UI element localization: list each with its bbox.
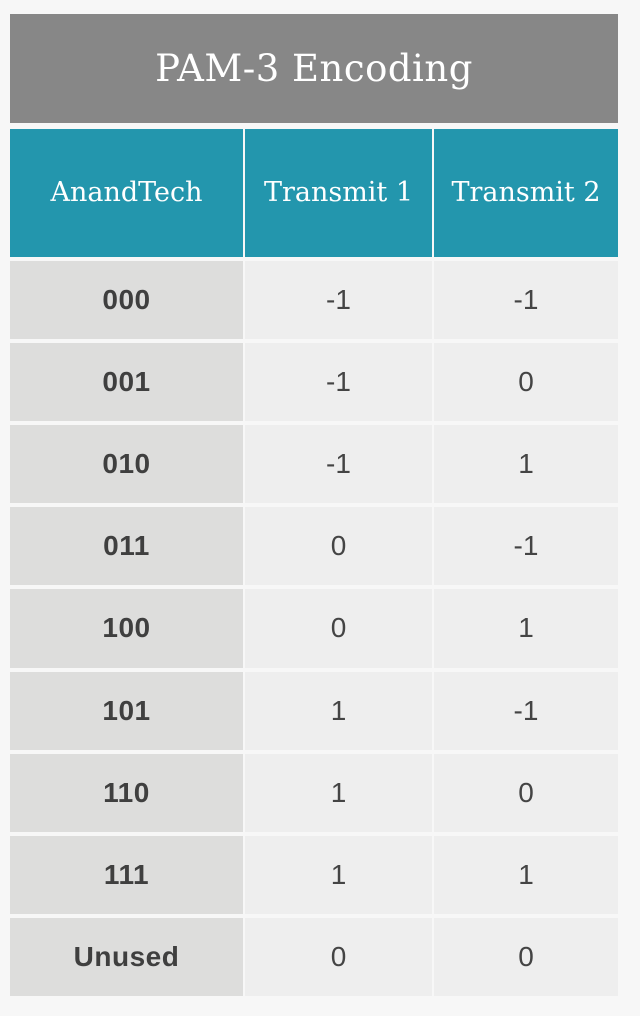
table-row: 101 1 -1	[10, 671, 618, 750]
column-header-transmit-2: Transmit 2	[434, 129, 618, 257]
table-row: 100 0 1	[10, 589, 618, 668]
cell-code: 001	[10, 343, 243, 422]
cell-transmit-2: 0	[434, 917, 618, 996]
column-header-anandtech: AnandTech	[10, 129, 243, 257]
cell-transmit-2: 1	[434, 835, 618, 914]
cell-transmit-2: -1	[434, 261, 618, 340]
table-row: 010 -1 1	[10, 425, 618, 504]
table-row: 001 -1 0	[10, 343, 618, 422]
cell-code: 101	[10, 671, 243, 750]
cell-code: 010	[10, 425, 243, 504]
cell-transmit-2: -1	[434, 507, 618, 586]
cell-code: 111	[10, 835, 243, 914]
table-row: Unused 0 0	[10, 917, 618, 996]
cell-transmit-2: 1	[434, 425, 618, 504]
table-row: 110 1 0	[10, 753, 618, 832]
cell-transmit-1: -1	[245, 343, 432, 422]
cell-transmit-1: 0	[245, 589, 432, 668]
pam3-encoding-table: PAM-3 Encoding AnandTech Transmit 1 Tran…	[10, 14, 618, 996]
table-row: 011 0 -1	[10, 507, 618, 586]
cell-code: 110	[10, 753, 243, 832]
table-row: 111 1 1	[10, 835, 618, 914]
cell-code: 000	[10, 261, 243, 340]
cell-transmit-1: 0	[245, 507, 432, 586]
cell-transmit-1: 1	[245, 835, 432, 914]
cell-transmit-1: 1	[245, 671, 432, 750]
page-title: PAM-3 Encoding	[155, 47, 473, 90]
cell-transmit-2: 0	[434, 343, 618, 422]
cell-code: 100	[10, 589, 243, 668]
table-body: 000 -1 -1 001 -1 0 010 -1 1 011 0 -1 100…	[10, 261, 618, 996]
table-title-bar: PAM-3 Encoding	[10, 14, 618, 123]
cell-transmit-2: 1	[434, 589, 618, 668]
cell-transmit-1: 1	[245, 753, 432, 832]
cell-transmit-1: -1	[245, 425, 432, 504]
table-header-row: AnandTech Transmit 1 Transmit 2	[10, 129, 618, 257]
cell-code: 011	[10, 507, 243, 586]
cell-transmit-2: -1	[434, 671, 618, 750]
cell-transmit-1: -1	[245, 261, 432, 340]
column-header-transmit-1: Transmit 1	[245, 129, 432, 257]
cell-transmit-2: 0	[434, 753, 618, 832]
cell-transmit-1: 0	[245, 917, 432, 996]
cell-code: Unused	[10, 917, 243, 996]
table-row: 000 -1 -1	[10, 261, 618, 340]
